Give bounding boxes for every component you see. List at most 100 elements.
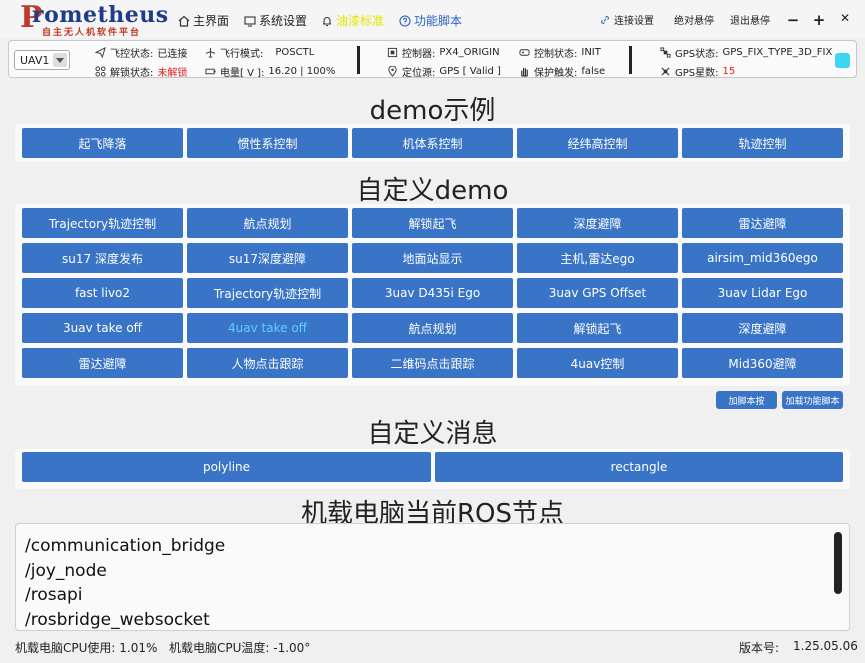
gps-count-label: GPS星数: — [675, 68, 719, 79]
fly-mode-label: 飞行模式: — [220, 49, 264, 60]
satellite-count-icon — [661, 67, 670, 76]
custom-demo-button[interactable]: Trajectory轨迹控制 — [22, 208, 183, 238]
rectangle-button[interactable]: rectangle — [435, 452, 843, 482]
gps-state-value: GPS_FIX_TYPE_3D_FIX — [722, 47, 833, 58]
controller-label: 控制器: — [402, 49, 436, 60]
demo-panel: 起飞降落 惯性系控制 机体系控制 经纬高控制 轨迹控制 — [15, 124, 850, 162]
custom-demo-button[interactable]: 雷达避障 — [682, 208, 843, 238]
custom-demo-button[interactable]: fast livo2 — [22, 278, 183, 308]
version-value: 1.25.05.06 — [793, 639, 858, 653]
custom-demo-button[interactable]: 4uav控制 — [517, 348, 678, 378]
demo-button-takeoff-land[interactable]: 起飞降落 — [22, 128, 183, 158]
minimize-button[interactable]: − — [786, 11, 800, 29]
location-source-label: 定位源: — [402, 68, 436, 79]
gamepad-icon — [519, 49, 530, 56]
custom-demo-button[interactable]: 解锁起飞 — [352, 208, 513, 238]
uav-select-value: UAV1 — [20, 54, 50, 67]
custom-demo-button[interactable]: 雷达避障 — [22, 348, 183, 378]
custom-demo-title: 自定义demo — [356, 176, 509, 206]
unlock-state-label: 解锁状态: — [110, 68, 154, 79]
link-icon — [600, 15, 610, 24]
nav-home[interactable]: 主界面 — [178, 12, 229, 29]
demo-button-lla-control[interactable]: 经纬高控制 — [517, 128, 678, 158]
custom-demo-button[interactable]: 深度避障 — [682, 313, 843, 343]
nav-script[interactable]: 功能脚本 — [399, 12, 462, 29]
load-script-button[interactable]: 加载功能脚本 — [782, 391, 843, 409]
location-pin-icon — [388, 66, 397, 77]
demo-button-inertial-control[interactable]: 惯性系控制 — [187, 128, 348, 158]
footer: 机载电脑CPU使用: 1.01% 机载电脑CPU温度: -1.00° 版本号: … — [0, 633, 865, 663]
hover-exit-label: 退出悬停 — [730, 16, 770, 27]
nav-alert[interactable]: 油漆标准 — [321, 12, 384, 29]
custom-demo-button[interactable]: 航点规划 — [352, 313, 513, 343]
nav-settings-label: 系统设置 — [259, 14, 308, 28]
gps-count-value: 15 — [722, 66, 736, 77]
custom-demo-button[interactable]: 4uav take off — [187, 313, 348, 343]
custom-msg-panel: polyline rectangle — [15, 449, 850, 489]
add-script-button[interactable]: 加脚本按 — [716, 391, 777, 409]
demo-title: demo示例 — [369, 96, 496, 126]
polyline-button[interactable]: polyline — [22, 452, 431, 482]
custom-demo-button[interactable]: 深度避障 — [517, 208, 678, 238]
ctrl-state: 控制状态: INIT — [519, 45, 601, 60]
home-icon — [178, 15, 190, 27]
custom-demo-button[interactable]: 二维码点击跟踪 — [352, 348, 513, 378]
custom-demo-button[interactable]: 3uav GPS Offset — [517, 278, 678, 308]
nav-alert-label: 油漆标准 — [336, 14, 385, 28]
hover-absolute-button[interactable]: 绝对悬停 — [674, 12, 714, 27]
fc-state-label: 飞控状态: — [110, 49, 154, 60]
status-panel: UAV1 飞控状态: 已连接 解锁状态: 未解锁 飞行模式: POSCTL 电量… — [8, 40, 857, 79]
protect-trigger-label: 保护触发: — [534, 68, 578, 79]
custom-demo-button[interactable]: su17 深度发布 — [22, 243, 183, 273]
divider — [357, 46, 360, 74]
custom-demo-button[interactable]: 主机,雷达ego — [517, 243, 678, 273]
demo-button-body-control[interactable]: 机体系控制 — [352, 128, 513, 158]
demo-button-trajectory-control[interactable]: 轨迹控制 — [682, 128, 843, 158]
connect-settings[interactable]: 连接设置 — [599, 12, 654, 27]
close-button[interactable]: ✕ — [838, 11, 852, 25]
location-source: 定位源: GPS [ Valid ] — [387, 64, 501, 79]
fc-state: 飞控状态: 已连接 — [95, 45, 187, 60]
uav-select[interactable]: UAV1 — [14, 50, 70, 70]
custom-demo-button[interactable]: Trajectory轨迹控制 — [187, 278, 348, 308]
top-bar: P rometheus 自主无人机软件平台 主界面 系统设置 油漆标准 功能脚本… — [0, 0, 865, 38]
battery: 电量[ V ]: 16.20 | 100% — [205, 64, 335, 79]
custom-demo-button[interactable]: 解锁起飞 — [517, 313, 678, 343]
custom-msg-title: 自定义消息 — [367, 419, 498, 449]
chevron-down-icon — [53, 53, 67, 67]
list-item: /communication_bridge — [25, 536, 226, 556]
controller-icon — [387, 47, 398, 58]
divider — [629, 46, 632, 74]
ros-node-list[interactable]: /communication_bridge /joy_node /rosapi … — [15, 523, 850, 631]
scrollbar[interactable] — [834, 532, 842, 594]
custom-demo-button[interactable]: Mid360避障 — [682, 348, 843, 378]
connection-indicator-button[interactable] — [835, 53, 850, 68]
nav-settings[interactable]: 系统设置 — [244, 12, 307, 29]
ctrl-state-label: 控制状态: — [534, 49, 578, 60]
cpu-usage: 机载电脑CPU使用: 1.01% — [15, 641, 158, 655]
custom-demo-button[interactable]: airsim_mid360ego — [682, 243, 843, 273]
custom-demo-button[interactable]: 3uav Lidar Ego — [682, 278, 843, 308]
unlock-state: 解锁状态: 未解锁 — [95, 64, 187, 79]
list-item: /rosbridge_websocket — [25, 609, 210, 630]
fly-mode-value: POSCTL — [275, 47, 315, 58]
custom-demo-button[interactable]: 3uav take off — [22, 313, 183, 343]
battery-icon — [205, 68, 216, 75]
custom-demo-button[interactable]: su17深度避障 — [187, 243, 348, 273]
plane-mode-icon — [205, 47, 216, 58]
protect-trigger-value: false — [581, 66, 606, 77]
list-item: /joy_node — [25, 560, 107, 581]
custom-demo-button[interactable]: 人物点击跟踪 — [187, 348, 348, 378]
fc-state-value: 已连接 — [157, 49, 188, 60]
cpu-temp: 机载电脑CPU温度: -1.00° — [169, 641, 311, 655]
controller-value: PX4_ORIGIN — [439, 47, 500, 58]
custom-demo-button[interactable]: 地面站显示 — [352, 243, 513, 273]
maximize-button[interactable]: + — [812, 11, 826, 29]
custom-demo-button[interactable]: 3uav D435i Ego — [352, 278, 513, 308]
hover-exit-button[interactable]: 退出悬停 — [730, 12, 770, 27]
plane-icon — [95, 47, 106, 58]
gps-state-label: GPS状态: — [675, 49, 719, 60]
custom-demo-button[interactable]: 航点规划 — [187, 208, 348, 238]
protect-trigger: 保护触发: false — [519, 64, 605, 79]
hand-icon — [521, 67, 528, 77]
